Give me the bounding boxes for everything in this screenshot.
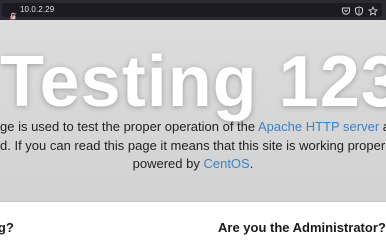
shield-icon[interactable] xyxy=(354,6,364,16)
apache-http-server-link[interactable]: Apache HTTP server xyxy=(258,119,379,134)
content-section: ting? Are you the Administrator? xyxy=(0,203,386,240)
browser-window: 10.0.2.29 Testing 123.. xyxy=(0,0,386,240)
page-content: Testing 123.. ge is used to test the pro… xyxy=(0,20,386,240)
pocket-icon[interactable] xyxy=(341,6,351,16)
lead-text: ge is used to test the proper operation … xyxy=(0,118,386,174)
centos-link[interactable]: CentOS xyxy=(203,156,249,171)
browser-toolbar: 10.0.2.29 xyxy=(0,0,386,20)
lead-line-2: d. If you can read this page it means th… xyxy=(0,137,386,153)
section-heading-administrator: Are you the Administrator? xyxy=(218,220,386,235)
star-icon[interactable] xyxy=(368,6,378,16)
lead-line-1: ge is used to test the proper operation … xyxy=(0,119,386,134)
url-text[interactable]: 10.0.2.29 xyxy=(20,5,54,15)
lead-line-3: powered by CentOS. xyxy=(132,156,254,171)
page-title: Testing 123.. xyxy=(0,42,386,122)
section-heading-left: ting? xyxy=(0,220,14,235)
lock-icon[interactable] xyxy=(9,7,17,20)
address-bar[interactable]: 10.0.2.29 xyxy=(2,3,382,20)
jumbotron: Testing 123.. ge is used to test the pro… xyxy=(0,20,386,202)
